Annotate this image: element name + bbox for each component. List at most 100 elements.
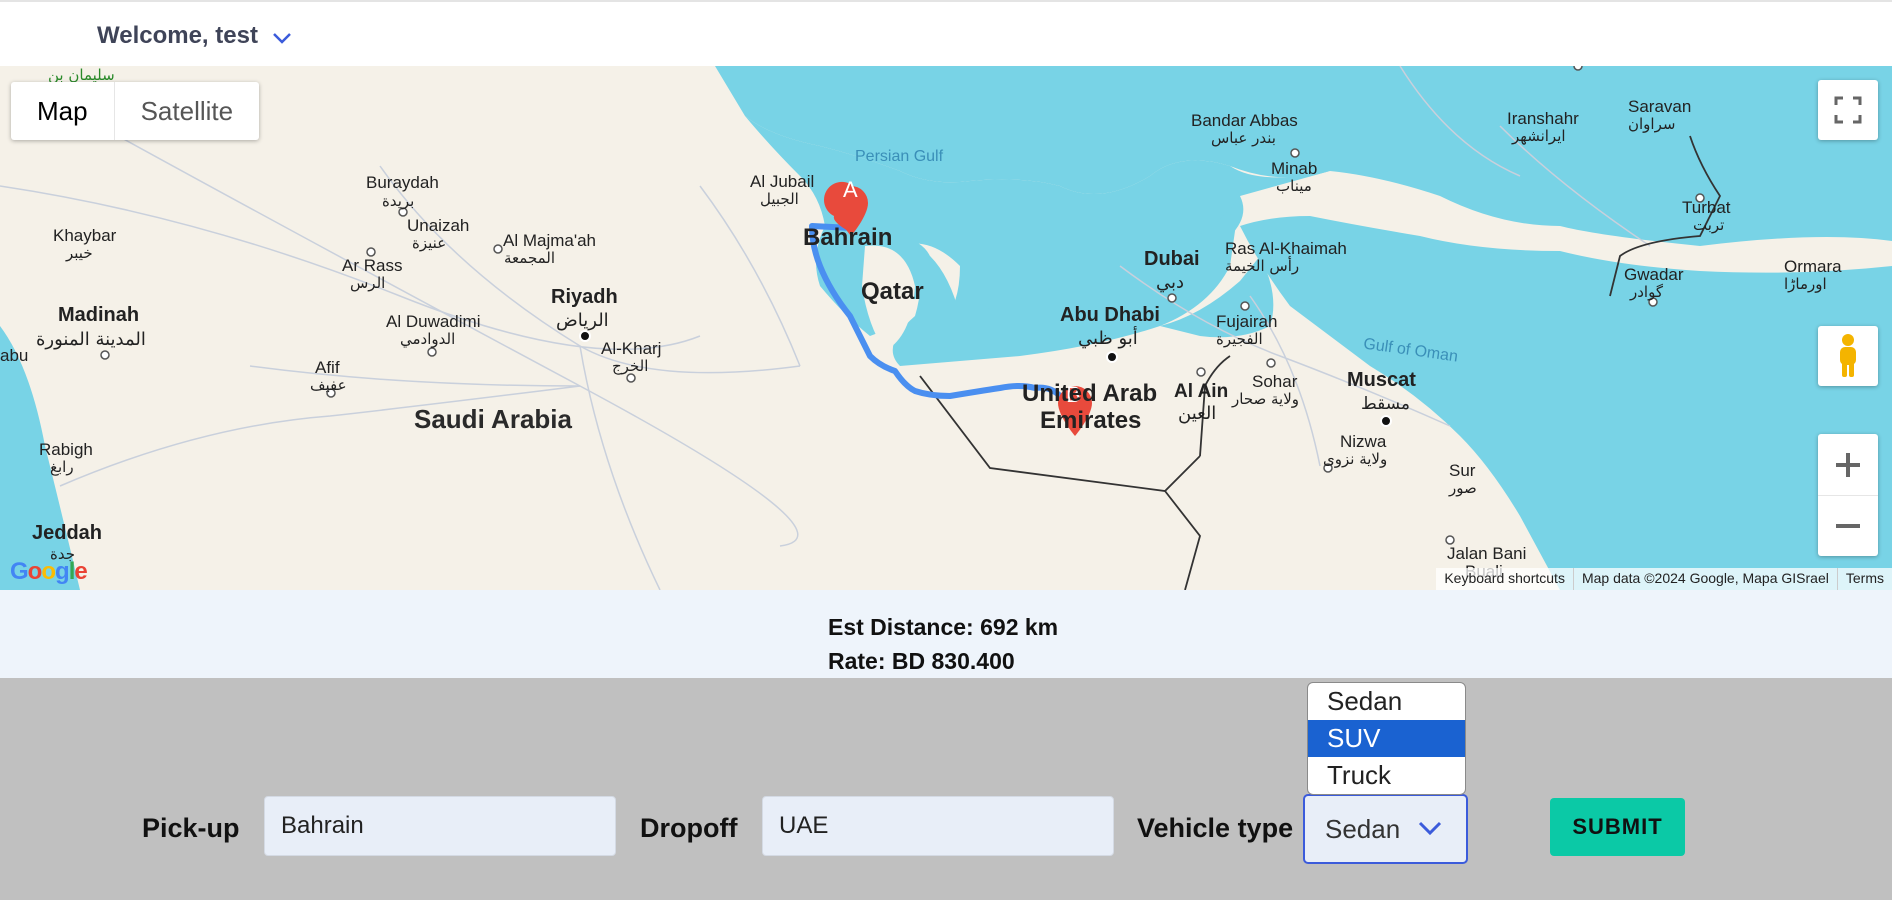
- map-label-riyadh-ar: الرياض: [556, 310, 609, 331]
- map-label-madinah-ar: المدينة المنورة: [36, 329, 146, 350]
- map-label-saravan: Saravan: [1628, 97, 1692, 116]
- map-label-abu-dhabi: Abu Dhabi: [1060, 304, 1160, 326]
- map-label-rabigh: Rabigh: [39, 440, 93, 459]
- vehicle-type-select[interactable]: Sedan: [1303, 794, 1468, 864]
- map-label-saravan-ar: سراوان: [1628, 115, 1676, 133]
- map-label-nizwa-ar: ولاية نزوى: [1323, 450, 1388, 468]
- map-label-riyadh: Riyadh: [551, 286, 618, 308]
- map-label-ormara: Ormara: [1784, 257, 1842, 276]
- pickup-label: Pick-up: [142, 813, 240, 843]
- map-label-gwadar: Gwadar: [1624, 265, 1684, 284]
- map-label-al-jubail-ar: الجبيل: [760, 190, 799, 208]
- rate: Rate: BD 830.400: [828, 648, 1015, 674]
- map-label-bandar-abbas-ar: بندر عباس: [1211, 129, 1276, 147]
- map-label-uae-1: United Arab: [1022, 380, 1158, 407]
- map-label-al-jubail: Al Jubail: [750, 172, 815, 191]
- map-label-turbat-ar: تربت: [1693, 216, 1725, 234]
- route-map[interactable]: A B Persian Gulf Gulf of Oman Bahrain Qa…: [0, 66, 1892, 590]
- vehicle-option-sedan[interactable]: Sedan: [1308, 683, 1465, 720]
- welcome-text: Welcome, test: [97, 22, 258, 49]
- map-label-iranshahr-ar: ایرانشهر: [1512, 127, 1566, 145]
- dropoff-label: Dropoff: [640, 813, 738, 843]
- map-label-dubai-ar: دبي: [1156, 272, 1185, 293]
- map-label-khaybar-ar: خيبر: [66, 244, 93, 262]
- map-label-abu-dhabi-ar: أبو ظبي: [1078, 328, 1138, 349]
- map-label-al-duwadimi: Al Duwadimi: [386, 312, 481, 331]
- map-label-sur-ar: صور: [1449, 479, 1477, 497]
- street-view-button[interactable]: [1818, 326, 1878, 386]
- map-label-abu-edge: abu: [0, 346, 29, 365]
- map-label-sur: Sur: [1449, 461, 1476, 480]
- zoom-control: [1818, 434, 1878, 556]
- map-label-uae-2: Emirates: [1040, 407, 1142, 434]
- map-type-map-button[interactable]: Map: [11, 82, 114, 140]
- map-label-rabigh-ar: رابغ: [50, 458, 74, 476]
- map-label-al-ain: Al Ain: [1174, 381, 1229, 402]
- map-label-ras-al-khaimah: Ras Al-Khaimah: [1225, 239, 1347, 258]
- map-type-control: Map Satellite: [11, 82, 260, 140]
- pickup-input[interactable]: Bahrain: [264, 796, 616, 856]
- map-label-gwadar-ar: گوادر: [1630, 283, 1663, 301]
- vehicle-option-truck[interactable]: Truck: [1308, 757, 1465, 794]
- map-label-ormara-ar: اورماڑا: [1784, 275, 1827, 293]
- plus-icon: [1836, 452, 1860, 477]
- fullscreen-button[interactable]: [1818, 80, 1878, 140]
- map-label-ar-rass-ar: الرس: [350, 274, 386, 292]
- map-canvas[interactable]: [0, 66, 1892, 590]
- user-menu[interactable]: Welcome, test: [97, 22, 292, 50]
- marker-a-label: A: [843, 177, 858, 202]
- map-label-muscat: Muscat: [1347, 369, 1416, 391]
- map-label-minab: Minab: [1271, 159, 1318, 178]
- dropoff-input[interactable]: UAE: [762, 796, 1114, 856]
- map-label-dubai: Dubai: [1144, 248, 1200, 270]
- map-label-qatar: Qatar: [861, 278, 924, 305]
- map-label-ras-al-khaimah-ar: رأس الخيمة: [1225, 257, 1300, 275]
- map-label-bandar-abbas: Bandar Abbas: [1191, 111, 1298, 130]
- map-label-fujairah: Fujairah: [1216, 312, 1278, 331]
- submit-button[interactable]: SUBMIT: [1550, 798, 1685, 856]
- map-label-minab-ar: میناب: [1276, 177, 1312, 195]
- vehicle-type-label: Vehicle type: [1137, 813, 1294, 843]
- map-label-al-kharj: Al-Kharj: [601, 339, 662, 358]
- zoom-out-button[interactable]: [1818, 496, 1878, 556]
- map-label-ar-rass: Ar Rass: [342, 256, 403, 275]
- map-label-saudi: Saudi Arabia: [414, 404, 572, 434]
- chevron-down-icon: [1418, 821, 1442, 836]
- map-label-iranshahr: Iranshahr: [1507, 109, 1579, 128]
- keyboard-shortcuts-link[interactable]: Keyboard shortcuts: [1436, 568, 1573, 590]
- map-attribution: Keyboard shortcuts Map data ©2024 Google…: [1436, 568, 1892, 590]
- map-label-al-majmaah-ar: المجمعة: [504, 249, 556, 267]
- map-label-buraydah-ar: بريدة: [382, 192, 415, 210]
- map-label-unaizah-ar: عنيزة: [412, 234, 447, 252]
- est-distance: Est Distance: 692 km: [828, 614, 1059, 640]
- map-data-text: Map data ©2024 Google, Mapa GISrael: [1572, 568, 1837, 590]
- map-label-madinah: Madinah: [58, 304, 140, 326]
- map-label-afif: Afif: [315, 358, 340, 377]
- fullscreen-icon: [1834, 96, 1862, 124]
- map-label-sohar: Sohar: [1252, 372, 1298, 391]
- pegman-icon: [1840, 334, 1856, 377]
- minus-icon: [1836, 523, 1860, 528]
- booking-form: Pick-up Bahrain Dropoff UAE Vehicle type…: [0, 678, 1892, 900]
- map-label-al-duwadimi-ar: الدوادمي: [400, 330, 456, 348]
- vehicle-option-suv[interactable]: SUV: [1308, 720, 1465, 757]
- map-label-sohar-ar: ولاية صحار: [1232, 390, 1300, 408]
- google-logo: Google: [10, 558, 88, 585]
- map-label-afif-ar: عفيف: [310, 376, 347, 394]
- map-label-turbat: Turbat: [1682, 198, 1731, 217]
- map-label-unaizah: Unaizah: [407, 216, 470, 235]
- chevron-down-icon: [273, 33, 291, 44]
- vehicle-type-value: Sedan: [1325, 813, 1401, 844]
- terms-link[interactable]: Terms: [1836, 568, 1892, 590]
- vehicle-type-dropdown: Sedan SUV Truck: [1307, 682, 1466, 795]
- map-type-satellite-button[interactable]: Satellite: [113, 82, 260, 140]
- estimate-panel: Est Distance: 692 km Rate: BD 830.400: [0, 590, 1892, 678]
- map-label-jalan: Jalan Bani: [1447, 544, 1527, 563]
- map-label-al-majmaah: Al Majma'ah: [503, 231, 597, 250]
- map-label-persian-gulf: Persian Gulf: [855, 148, 944, 165]
- map-label-al-ain-ar: العين: [1178, 403, 1217, 424]
- map-label-muscat-ar: مسقط: [1361, 394, 1411, 414]
- map-label-nizwa: Nizwa: [1340, 432, 1387, 451]
- map-label-buraydah: Buraydah: [366, 173, 439, 192]
- zoom-in-button[interactable]: [1818, 435, 1878, 496]
